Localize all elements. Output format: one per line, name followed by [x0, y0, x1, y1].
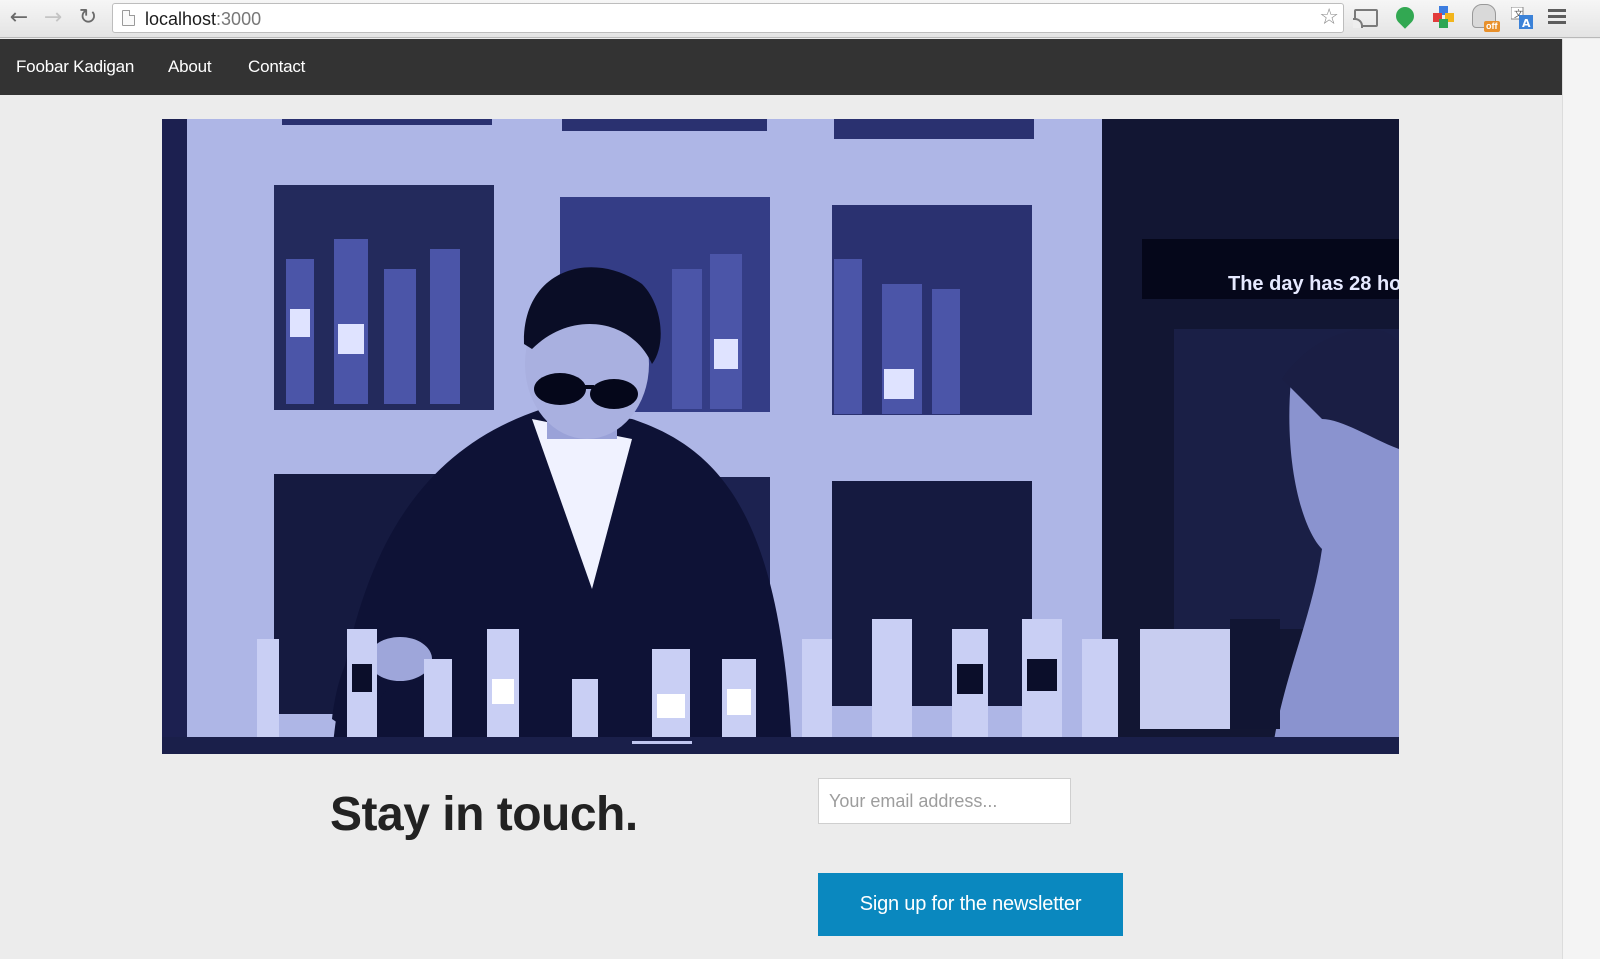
address-bar[interactable]: localhost:3000 ☆ — [112, 3, 1344, 33]
hero-image: The day has 28 ho — [162, 119, 1399, 754]
nav-link-contact[interactable]: Contact — [248, 57, 305, 77]
scrollbar[interactable] — [1562, 39, 1600, 959]
translate-icon[interactable]: 文 A — [1510, 6, 1533, 30]
forward-arrow-icon[interactable]: → — [40, 5, 66, 31]
url-text: localhost:3000 — [145, 9, 262, 29]
newsletter-signup-button[interactable]: Sign up for the newsletter — [818, 873, 1123, 936]
off-badge: off — [1484, 21, 1500, 32]
stay-in-touch-heading: Stay in touch. — [330, 788, 638, 841]
email-field[interactable] — [818, 778, 1071, 824]
nav-link-about[interactable]: About — [168, 57, 212, 77]
hero-sign-text: The day has 28 ho — [1228, 273, 1399, 295]
reload-icon[interactable]: ↻ — [75, 5, 101, 31]
chrome-menu-icon[interactable] — [1548, 9, 1566, 25]
extension-puzzle-icon[interactable] — [1433, 6, 1455, 28]
cast-icon[interactable] — [1353, 9, 1378, 28]
browser-toolbar: ← → ↻ localhost:3000 ☆ off 文 A — [0, 0, 1600, 38]
bookmark-star-icon[interactable]: ☆ — [1319, 5, 1339, 30]
evernote-icon[interactable] — [1392, 3, 1418, 29]
page-icon — [122, 10, 135, 26]
brand-link[interactable]: Foobar Kadigan — [16, 57, 134, 77]
site-navbar: Foobar Kadigan About Contact — [0, 39, 1562, 95]
page-viewport: Foobar Kadigan About Contact The day has… — [0, 39, 1562, 959]
svg-text:A: A — [1522, 17, 1531, 29]
back-arrow-icon[interactable]: ← — [6, 5, 32, 31]
